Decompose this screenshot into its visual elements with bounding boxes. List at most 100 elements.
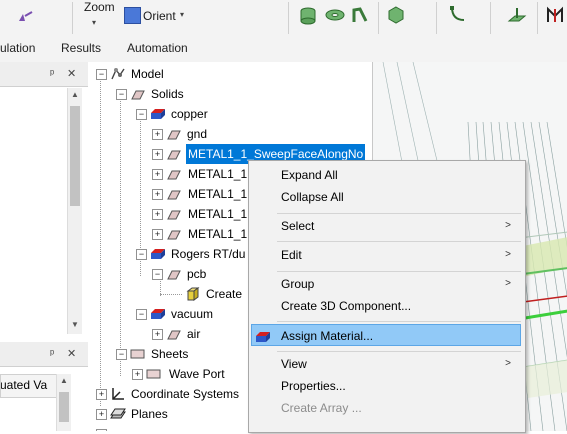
orient-cube-icon[interactable] — [124, 7, 141, 24]
zoom-button[interactable]: Zoom — [84, 0, 115, 14]
scroll-thumb[interactable] — [70, 106, 80, 206]
menu-item-group[interactable]: Group > — [251, 273, 521, 295]
scroll-up-arrow[interactable]: ▲ — [60, 376, 68, 385]
tree-label: Solids — [151, 87, 184, 101]
tree-item-create[interactable]: Create — [88, 284, 248, 304]
tree-label: pcb — [187, 267, 207, 281]
tree-label: METAL1_1 — [188, 167, 248, 181]
tree-item-pcb[interactable]: − pcb — [88, 264, 248, 284]
tree-item-air[interactable]: + air — [88, 324, 248, 344]
tree-label: Rogers RT/du — [171, 247, 246, 261]
bondwire-icon[interactable] — [351, 6, 369, 27]
scroll-down-arrow[interactable]: ▼ — [71, 320, 79, 329]
menu-item-view[interactable]: View > — [251, 353, 521, 375]
expand-icon[interactable]: + — [152, 209, 163, 220]
menu-item-label: Edit — [281, 248, 302, 262]
tree-item-copper[interactable]: − copper — [88, 104, 368, 124]
tree-item-sheets[interactable]: − Sheets — [88, 344, 248, 364]
tree-item-metal[interactable]: + METAL1_1 — [88, 184, 248, 204]
expand-icon[interactable]: + — [152, 129, 163, 140]
menu-item-label: Properties... — [281, 379, 346, 393]
orient-button[interactable]: Orient — [143, 9, 176, 23]
tab-simulation[interactable]: ulation — [0, 41, 35, 55]
orient-dropdown-icon[interactable]: ▾ — [180, 10, 184, 19]
menu-item-label: Group — [281, 277, 315, 291]
menu-item-select[interactable]: Select > — [251, 215, 521, 237]
expand-icon[interactable]: + — [152, 329, 163, 340]
plane-icon[interactable] — [507, 6, 527, 27]
solid-icon — [166, 147, 182, 161]
tab-results[interactable]: Results — [61, 41, 101, 55]
vertical-scrollbar[interactable]: ▲ ▼ — [67, 88, 82, 334]
left-pane-top: ᵖ ✕ ▲ ▼ — [0, 62, 89, 342]
menu-item-assign-material[interactable]: Assign Material... — [251, 324, 521, 346]
tree-label: Sheets — [151, 347, 189, 361]
tree-item-vacuum[interactable]: − vacuum — [88, 304, 248, 324]
close-icon[interactable]: ✕ — [67, 347, 76, 360]
zoom-dropdown-icon[interactable]: ▾ — [92, 18, 96, 27]
solid-icon — [166, 167, 182, 181]
menu-item-label: Collapse All — [281, 190, 344, 204]
solid-icon — [166, 267, 182, 281]
menu-item-collapse-all[interactable]: Collapse All — [251, 186, 521, 208]
expand-icon[interactable]: + — [152, 189, 163, 200]
tree-item-planes[interactable]: + Planes — [88, 404, 248, 424]
pin-icon[interactable]: ᵖ — [50, 348, 54, 360]
expand-icon[interactable]: + — [96, 409, 107, 420]
menu-separator — [277, 213, 521, 214]
scroll-up-arrow[interactable]: ▲ — [71, 90, 79, 99]
tree-item-model[interactable]: − Model — [88, 64, 368, 84]
collapse-icon[interactable]: − — [136, 109, 147, 120]
column-header[interactable]: uated Va — [0, 374, 58, 398]
tree-label: Planes — [131, 407, 168, 421]
arc-icon[interactable] — [449, 4, 467, 27]
tab-automation[interactable]: Automation — [127, 41, 188, 55]
tool-icon[interactable] — [16, 8, 36, 28]
menu-item-create-array: Create Array ... — [251, 397, 521, 419]
tree-label: Create — [206, 287, 243, 301]
collapse-icon[interactable]: − — [96, 69, 107, 80]
tree-item-metal[interactable]: + METAL1_1 — [88, 204, 248, 224]
tree-label: METAL1_1 — [188, 187, 248, 201]
scroll-thumb[interactable] — [59, 392, 69, 422]
tree-item-rogers[interactable]: − Rogers RT/du — [88, 244, 248, 264]
tree-item-solids[interactable]: − Solids — [88, 84, 368, 104]
menu-item-expand-all[interactable]: Expand All — [251, 164, 521, 186]
context-menu: Expand All Collapse All Select > Edit > … — [248, 160, 526, 433]
expand-icon[interactable]: + — [152, 229, 163, 240]
measure-icon[interactable] — [545, 6, 565, 27]
pin-icon[interactable]: ᵖ — [50, 68, 54, 80]
solid-icon — [130, 87, 146, 101]
tree-label: gnd — [187, 127, 208, 141]
tree-label: vacuum — [171, 307, 214, 321]
menu-item-properties[interactable]: Properties... — [251, 375, 521, 397]
menu-item-label: View — [281, 357, 307, 371]
create-box-icon — [185, 287, 201, 301]
tree-item-metal[interactable]: + METAL1_1 — [88, 164, 248, 184]
expand-icon[interactable]: + — [152, 169, 163, 180]
cylinder-icon[interactable] — [299, 6, 317, 29]
tree-item-partial[interactable]: + — [88, 424, 148, 431]
menu-item-edit[interactable]: Edit > — [251, 244, 521, 266]
submenu-arrow-icon: > — [505, 358, 511, 369]
collapse-icon[interactable]: − — [136, 309, 147, 320]
tree-item-wave-port[interactable]: + Wave Port — [88, 364, 248, 384]
tree-label: Model — [131, 67, 164, 81]
tree-item-metal[interactable]: + METAL1_1 — [88, 224, 248, 244]
collapse-icon[interactable]: − — [116, 89, 127, 100]
close-icon[interactable]: ✕ — [67, 67, 76, 80]
menu-item-create-3d-component[interactable]: Create 3D Component... — [251, 295, 521, 317]
vertical-scrollbar[interactable]: ▲ — [56, 374, 71, 431]
menu-separator — [277, 241, 521, 242]
collapse-icon[interactable]: − — [136, 249, 147, 260]
material-icon — [150, 247, 166, 261]
expand-icon[interactable]: + — [96, 389, 107, 400]
collapse-icon[interactable]: − — [116, 349, 127, 360]
tree-label: Wave Port — [169, 367, 225, 381]
expand-icon[interactable]: + — [132, 369, 143, 380]
expand-icon[interactable]: + — [152, 149, 163, 160]
torus-icon[interactable] — [325, 8, 345, 25]
tree-item-gnd[interactable]: + gnd — [88, 124, 368, 144]
collapse-icon[interactable]: − — [152, 269, 163, 280]
polygon-icon[interactable] — [387, 6, 405, 27]
